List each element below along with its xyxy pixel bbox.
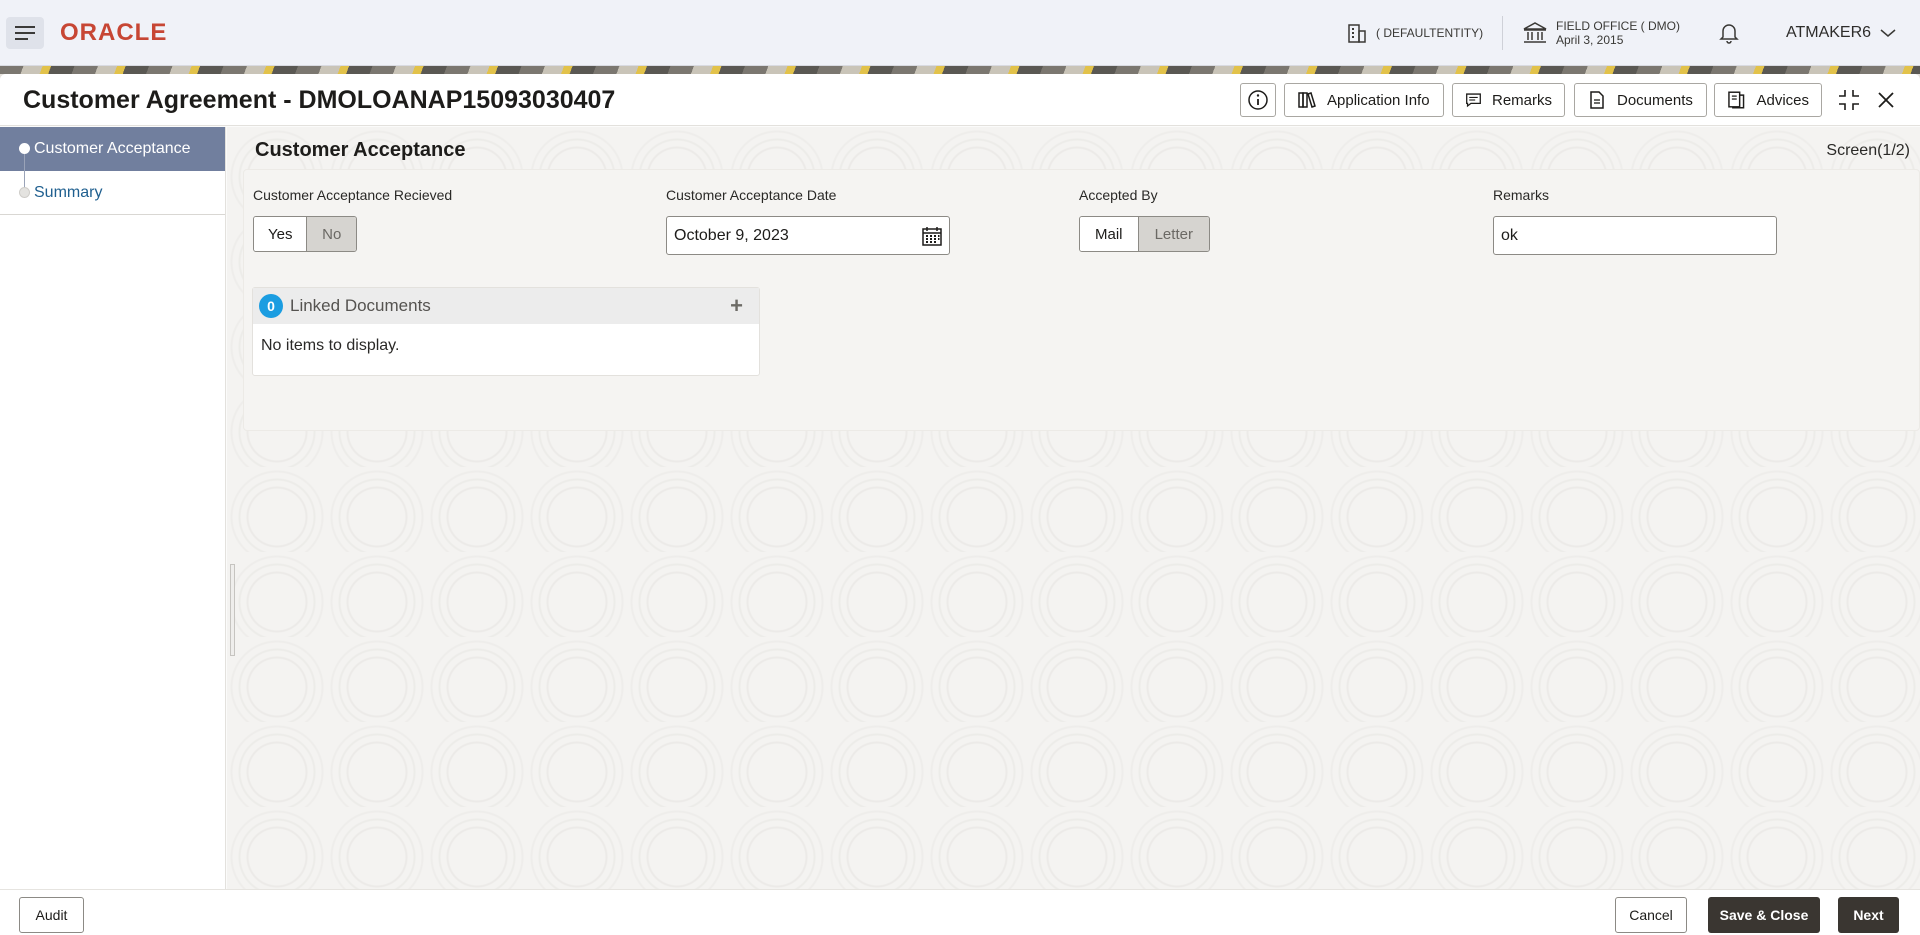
linked-documents-count-badge: 0 [259, 294, 283, 318]
hamburger-menu-button[interactable] [6, 17, 44, 49]
remarks-label: Remarks [1491, 91, 1552, 109]
add-document-icon[interactable]: + [730, 293, 743, 319]
building-icon [1348, 24, 1366, 43]
decorative-banner [0, 66, 1920, 74]
bank-icon [1523, 22, 1547, 43]
remarks-input[interactable]: ok [1493, 216, 1777, 255]
documents-label: Documents [1617, 91, 1693, 109]
sidebar-resize-handle[interactable] [230, 564, 235, 656]
accepted-by-toggle: Mail Letter [1079, 216, 1210, 252]
entity-selector[interactable]: ( DEFAULTENTITY) [1346, 0, 1483, 66]
screen-counter: Screen(1/2) [1826, 142, 1910, 159]
maximize-icon[interactable] [1837, 88, 1861, 112]
documents-button[interactable]: Documents [1574, 83, 1707, 117]
acceptance-date-value: October 9, 2023 [674, 226, 789, 244]
step-indicator [19, 187, 30, 198]
customer-acceptance-form: Customer Acceptance Recieved Yes No Cust… [243, 169, 1920, 431]
sidebar-item-label: Customer Acceptance [34, 140, 191, 157]
book-icon [1298, 92, 1316, 108]
accepted-by-label: Accepted By [1079, 187, 1158, 203]
acceptance-received-label: Customer Acceptance Recieved [253, 187, 453, 203]
comment-icon [1466, 93, 1481, 108]
cancel-button[interactable]: Cancel [1615, 897, 1687, 933]
oracle-logo: ORACLE [60, 19, 168, 46]
save-and-close-button[interactable]: Save & Close [1708, 897, 1820, 933]
documents-icon [1590, 91, 1604, 109]
acceptance-received-toggle: Yes No [253, 216, 357, 252]
linked-documents-title: Linked Documents [290, 296, 431, 315]
acceptance-yes-option[interactable]: Yes [254, 217, 307, 251]
bell-icon[interactable] [1718, 22, 1740, 44]
window-header: Customer Agreement - DMOLOANAP1509303040… [0, 74, 1920, 126]
advices-label: Advices [1756, 91, 1809, 109]
accepted-by-mail-option[interactable]: Mail [1080, 217, 1138, 251]
linked-documents-empty-message: No items to display. [261, 337, 400, 354]
sidebar-item-label: Summary [34, 183, 103, 201]
advices-icon [1728, 91, 1745, 109]
linked-documents-panel: 0 Linked Documents + No items to display… [252, 287, 760, 376]
calendar-icon[interactable] [921, 225, 943, 247]
window-title: Customer Agreement - DMOLOANAP1509303040… [23, 86, 616, 114]
audit-button[interactable]: Audit [19, 897, 84, 933]
office-selector[interactable]: FIELD OFFICE ( DMO) April 3, 2015 [1522, 0, 1680, 66]
office-name: FIELD OFFICE ( DMO) [1556, 19, 1680, 33]
main-content: Customer Acceptance Screen(1/2) Customer… [227, 127, 1920, 889]
remarks-button[interactable]: Remarks [1452, 83, 1565, 117]
linked-documents-header: 0 Linked Documents + [253, 288, 759, 324]
info-button[interactable] [1240, 83, 1276, 117]
remarks-field-label: Remarks [1493, 187, 1550, 203]
customer-agreement-window: Customer Agreement - DMOLOANAP1509303040… [0, 74, 1920, 935]
sidebar-item-customer-acceptance[interactable]: Customer Acceptance [0, 127, 225, 198]
user-name: ATMAKER6 [1786, 24, 1872, 41]
user-menu[interactable]: ATMAKER6 [1786, 0, 1897, 66]
chevron-down-icon [1880, 29, 1896, 37]
remarks-value: ok [1501, 226, 1518, 244]
accepted-by-letter-option[interactable]: Letter [1137, 217, 1209, 251]
next-button[interactable]: Next [1838, 897, 1899, 933]
step-navigation: Customer Acceptance Summary [0, 127, 226, 889]
application-info-label: Application Info [1327, 91, 1430, 109]
office-date: April 3, 2015 [1556, 33, 1624, 47]
entity-label: ( DEFAULTENTITY) [1376, 26, 1484, 40]
acceptance-date-label: Customer Acceptance Date [666, 187, 837, 203]
application-info-button[interactable]: Application Info [1284, 83, 1444, 117]
close-icon[interactable] [1874, 88, 1898, 112]
info-icon [1248, 90, 1268, 110]
window-footer: Audit Cancel Save & Close Next [0, 889, 1920, 935]
acceptance-date-field[interactable]: October 9, 2023 [666, 216, 950, 255]
section-title: Customer Acceptance [255, 139, 466, 161]
header-divider [1502, 16, 1503, 50]
top-header: ORACLE ( DEFAULTENTITY) FIELD OFFICE ( D… [0, 0, 1920, 66]
sidebar-item-summary[interactable]: Summary [0, 171, 225, 215]
advices-button[interactable]: Advices [1714, 83, 1822, 117]
step-indicator [19, 143, 30, 154]
acceptance-no-option[interactable]: No [306, 217, 356, 251]
